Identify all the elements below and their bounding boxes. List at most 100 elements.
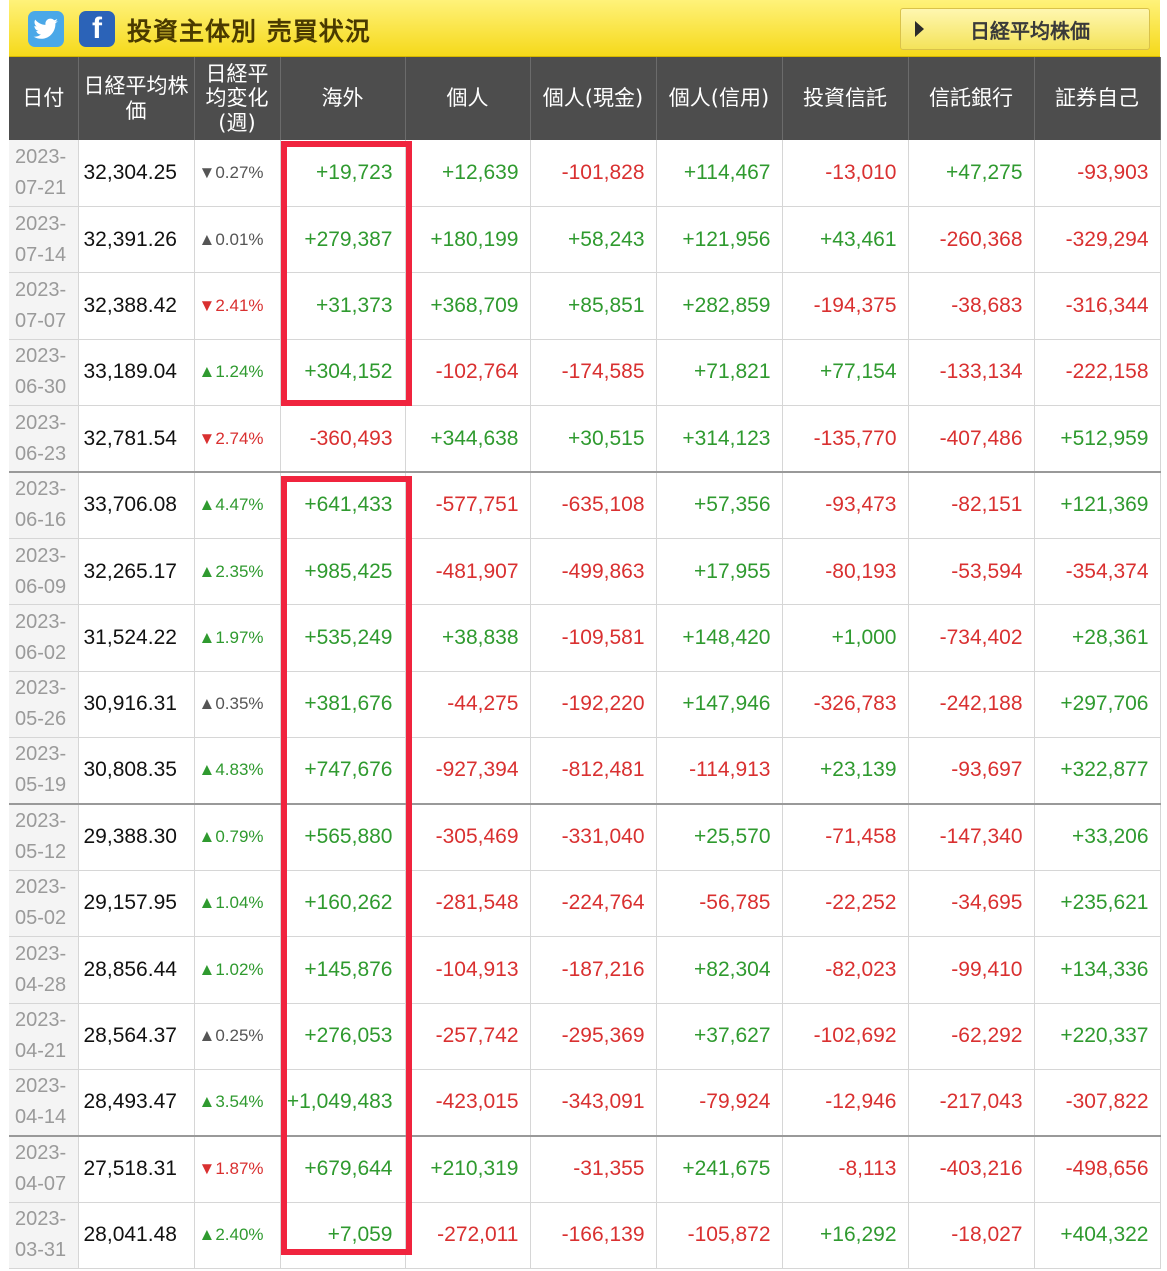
date-cell: 2023- 06-02 [9, 604, 79, 672]
value-cell: -577,751 [405, 470, 531, 539]
nikkei-change-cell: ▲2.40% [194, 1202, 281, 1270]
value-cell: +1,049,483 [280, 1069, 406, 1137]
value-cell: +235,621 [1034, 870, 1161, 938]
value-cell: -93,473 [782, 470, 909, 539]
value-cell: -44,275 [405, 671, 531, 739]
page-title: 投資主体別 売買状況 [127, 17, 371, 46]
value-cell: -53,594 [908, 538, 1035, 606]
value-cell: +43,461 [782, 206, 909, 274]
nikkei-price-cell: 32,391.26 [78, 206, 195, 274]
value-cell: +220,337 [1034, 1003, 1161, 1070]
value-cell: +7,059 [280, 1202, 406, 1270]
col-header-nikkei-change[interactable]: 日経平均変化(週) [194, 57, 281, 140]
table-row: 2023- 07-07 32,388.42 ▼2.41% +31,373 +368,709… [9, 272, 1161, 340]
value-cell: +147,946 [656, 671, 783, 739]
value-cell: +747,676 [280, 737, 406, 805]
table-row: 2023- 06-23 32,781.54 ▼2.74% -360,493 +344,63… [9, 405, 1161, 473]
date-cell: 2023- 04-28 [9, 936, 79, 1004]
col-header-individual-margin[interactable]: 個人(信用) [656, 57, 783, 140]
col-header-securities-proprietary[interactable]: 証券自己 [1034, 57, 1161, 140]
table-row: 2023- 07-14 32,391.26 ▲0.01% +279,387 +180,19… [9, 206, 1161, 274]
value-cell: -927,394 [405, 737, 531, 805]
value-cell: -307,822 [1034, 1069, 1161, 1137]
facebook-share-icon[interactable]: f [79, 11, 115, 47]
value-cell: +37,627 [656, 1003, 783, 1070]
col-header-individual-cash[interactable]: 個人(現金) [530, 57, 657, 140]
value-cell: +241,675 [656, 1134, 783, 1203]
value-cell: +25,570 [656, 802, 783, 871]
value-cell: -12,946 [782, 1069, 909, 1137]
nikkei-price-cell: 30,916.31 [78, 671, 195, 739]
value-cell: -102,692 [782, 1003, 909, 1070]
header-bar: f 投資主体別 売買状況 日経平均株価 [9, 0, 1160, 57]
value-cell: +121,956 [656, 206, 783, 274]
value-cell: +276,053 [280, 1003, 406, 1070]
table-row: 2023- 04-07 27,518.31 ▼1.87% +679,644 +210,31… [9, 1134, 1161, 1203]
value-cell: -329,294 [1034, 206, 1161, 274]
date-cell: 2023- 06-23 [9, 405, 79, 473]
col-header-individual[interactable]: 個人 [405, 57, 531, 140]
value-cell: -635,108 [530, 470, 657, 539]
nikkei-price-cell: 33,189.04 [78, 339, 195, 407]
value-cell: +28,361 [1034, 604, 1161, 672]
value-cell: -224,764 [530, 870, 657, 938]
value-cell: -499,863 [530, 538, 657, 606]
value-cell: +180,199 [405, 206, 531, 274]
nikkei-change-cell: ▲0.01% [194, 206, 281, 274]
nikkei-price-cell: 28,041.48 [78, 1202, 195, 1270]
value-cell: -242,188 [908, 671, 1035, 739]
value-cell: -407,486 [908, 405, 1035, 473]
value-cell: +31,373 [280, 272, 406, 340]
value-cell: -62,292 [908, 1003, 1035, 1070]
table-row: 2023- 03-31 28,041.48 ▲2.40% +7,059 -272,011-… [9, 1202, 1161, 1270]
table-row: 2023- 05-19 30,808.35 ▲4.83% +747,676 -927,39… [9, 737, 1161, 805]
nikkei-average-button[interactable]: 日経平均株価 [900, 8, 1150, 50]
value-cell: +344,638 [405, 405, 531, 473]
date-cell: 2023- 04-14 [9, 1069, 79, 1137]
value-cell: -423,015 [405, 1069, 531, 1137]
value-cell: -109,581 [530, 604, 657, 672]
value-cell: +404,322 [1034, 1202, 1161, 1270]
date-cell: 2023- 07-14 [9, 206, 79, 274]
value-cell: -13,010 [782, 140, 909, 207]
nikkei-price-cell: 30,808.35 [78, 737, 195, 805]
nikkei-price-cell: 33,706.08 [78, 470, 195, 539]
date-cell: 2023- 07-21 [9, 140, 79, 207]
value-cell: -56,785 [656, 870, 783, 938]
date-cell: 2023- 06-16 [9, 470, 79, 539]
value-cell: -174,585 [530, 339, 657, 407]
value-cell: +47,275 [908, 140, 1035, 207]
value-cell: -734,402 [908, 604, 1035, 672]
table-row: 2023- 04-28 28,856.44 ▲1.02% +145,876 -104,91… [9, 936, 1161, 1004]
table-row: 2023- 07-21 32,304.25 ▼0.27% +19,723 +12,639-… [9, 140, 1161, 207]
value-cell: +565,880 [280, 802, 406, 871]
nikkei-change-cell: ▼2.74% [194, 405, 281, 473]
value-cell: -82,023 [782, 936, 909, 1004]
value-cell: -498,656 [1034, 1134, 1161, 1203]
value-cell: -403,216 [908, 1134, 1035, 1203]
nikkei-price-cell: 32,265.17 [78, 538, 195, 606]
nikkei-change-cell: ▲1.24% [194, 339, 281, 407]
table-body: 2023- 07-21 32,304.25 ▼0.27% +19,723 +12,639-… [9, 140, 1161, 1270]
value-cell: -812,481 [530, 737, 657, 805]
value-cell: +30,515 [530, 405, 657, 473]
nikkei-price-cell: 28,493.47 [78, 1069, 195, 1137]
value-cell: +23,139 [782, 737, 909, 805]
nikkei-change-cell: ▲0.79% [194, 802, 281, 871]
date-cell: 2023- 04-21 [9, 1003, 79, 1070]
twitter-share-icon[interactable] [28, 11, 64, 47]
nikkei-price-cell: 32,781.54 [78, 405, 195, 473]
nikkei-change-cell: ▲0.35% [194, 671, 281, 739]
value-cell: -481,907 [405, 538, 531, 606]
nikkei-change-cell: ▲0.25% [194, 1003, 281, 1070]
col-header-trust-bank[interactable]: 信託銀行 [908, 57, 1035, 140]
value-cell: -194,375 [782, 272, 909, 340]
col-header-investment-trust[interactable]: 投資信託 [782, 57, 909, 140]
date-cell: 2023- 04-07 [9, 1134, 79, 1203]
value-cell: +160,262 [280, 870, 406, 938]
date-cell: 2023- 07-07 [9, 272, 79, 340]
col-header-date[interactable]: 日付 [9, 57, 79, 140]
col-header-nikkei-price[interactable]: 日経平均株価 [78, 57, 195, 140]
col-header-overseas[interactable]: 海外 [280, 57, 406, 140]
value-cell: +134,336 [1034, 936, 1161, 1004]
